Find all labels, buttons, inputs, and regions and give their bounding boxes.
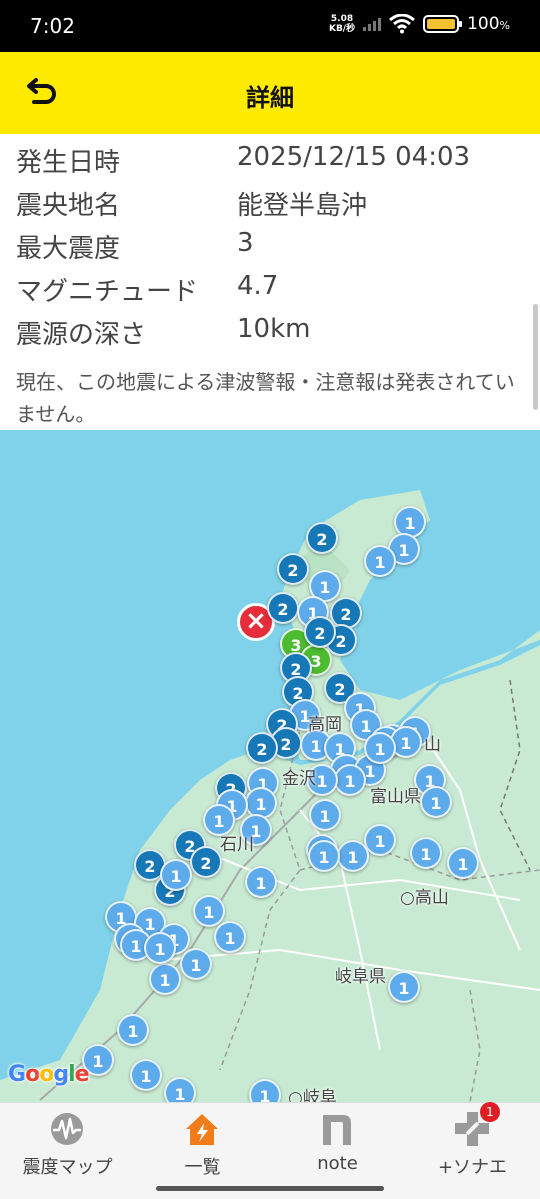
intensity-marker[interactable]: 1 — [334, 764, 366, 796]
battery-icon — [423, 15, 463, 33]
page-title: 詳細 — [246, 84, 294, 112]
map-label-gifu-city: ○岐阜 — [288, 1088, 337, 1102]
intensity-marker[interactable]: 1 — [144, 932, 176, 964]
detail-value: 10km — [237, 314, 311, 344]
nav-intensity-map[interactable]: 震度マップ — [0, 1103, 135, 1183]
intensity-marker[interactable]: 1 — [364, 545, 396, 577]
nav-label: note — [317, 1153, 358, 1174]
intensity-marker[interactable]: 1 — [193, 895, 225, 927]
note-icon — [323, 1115, 351, 1145]
intensity-marker[interactable]: 1 — [337, 840, 369, 872]
map-base — [0, 490, 540, 1102]
nav-label: 一覧 — [184, 1157, 221, 1178]
intensity-marker[interactable]: 1 — [309, 799, 341, 831]
map-label-takayama: ○高山 — [400, 888, 449, 908]
nav-plus-sonae[interactable]: +ソナエ — [405, 1103, 540, 1183]
detail-value: 3 — [237, 228, 254, 258]
map-label-kanazawa: 金沢 — [282, 769, 316, 789]
intensity-marker[interactable]: 1 — [410, 837, 442, 869]
scrollbar[interactable] — [533, 304, 538, 410]
house-alert-icon — [186, 1114, 218, 1145]
intensity-marker[interactable]: 2 — [267, 592, 299, 624]
nav-note[interactable]: note — [270, 1103, 405, 1183]
detail-value: 2025/12/15 04:03 — [237, 142, 471, 172]
intensity-marker[interactable]: 1 — [164, 1077, 196, 1102]
quake-details: 発生日時 2025/12/15 04:03 震央地名 能登半島沖 最大震度 3 … — [0, 134, 540, 430]
app-bar: 詳細 — [0, 52, 540, 134]
status-icons: 5.08 KB/秒 100% — [329, 14, 510, 34]
map-label-takaoka: 高岡 — [308, 715, 342, 735]
battery-level: 100% — [467, 14, 510, 34]
intensity-marker[interactable]: 1 — [388, 971, 420, 1003]
intensity-marker[interactable]: 1 — [447, 847, 479, 879]
intensity-marker[interactable]: 2 — [277, 553, 309, 585]
nav-list[interactable]: 一覧 — [135, 1103, 270, 1183]
net-speed-unit: KB/秒 — [328, 24, 356, 34]
detail-label: マグニチュード — [16, 277, 199, 307]
map-label-ishikawa: 石川 — [220, 835, 254, 855]
intensity-marker[interactable]: 1 — [180, 948, 212, 980]
detail-label: 発生日時 — [16, 148, 121, 178]
status-time: 7:02 — [30, 14, 75, 38]
home-indicator[interactable] — [156, 1186, 384, 1191]
intensity-marker[interactable]: 2 — [304, 616, 336, 648]
net-speed: 5.08 KB/秒 — [329, 14, 355, 34]
detail-value: 能登半島沖 — [237, 191, 368, 221]
intensity-marker[interactable]: 1 — [130, 1059, 162, 1091]
net-speed-value: 5.08 — [330, 14, 354, 24]
detail-label: 最大震度 — [16, 234, 121, 264]
notification-badge: 1 — [480, 1102, 500, 1122]
seismograph-icon — [51, 1113, 83, 1145]
detail-label: 震源の深さ — [16, 320, 147, 350]
status-bar: 7:02 5.08 KB/秒 100% — [0, 0, 540, 52]
tsunami-note: 現在、この地震による津波警報・注意報は発表されていません。 — [16, 370, 515, 426]
detail-value: 4.7 — [237, 271, 279, 301]
intensity-marker[interactable]: 1 — [420, 786, 452, 818]
intensity-marker[interactable]: 1 — [364, 732, 396, 764]
intensity-marker[interactable]: 2 — [306, 522, 338, 554]
signal-icon — [363, 17, 382, 31]
intensity-marker[interactable]: 1 — [364, 824, 396, 856]
map-label-gifu-pref: 岐阜県 — [335, 967, 386, 987]
detail-label: 震央地名 — [16, 191, 121, 221]
intensity-marker[interactable]: 1 — [308, 840, 340, 872]
intensity-marker[interactable]: 1 — [117, 1014, 149, 1046]
intensity-marker[interactable]: 2 — [246, 732, 278, 764]
map-label-imizu: 山 — [424, 735, 441, 755]
google-logo: Google — [8, 1062, 90, 1087]
map-label-toyama-pref: 富山県 — [370, 787, 421, 807]
intensity-marker[interactable]: 1 — [149, 963, 181, 995]
intensity-marker[interactable]: 1 — [214, 921, 246, 953]
intensity-marker[interactable]: 1 — [245, 866, 277, 898]
bottom-nav: 震度マップ 一覧 note +ソナエ — [0, 1102, 540, 1199]
intensity-marker[interactable]: 2 — [190, 846, 222, 878]
intensity-marker[interactable]: 1 — [160, 859, 192, 891]
nav-label: 震度マップ — [22, 1157, 113, 1178]
wifi-icon — [389, 14, 416, 34]
intensity-map[interactable]: × 11122121232322221111122211111111121111… — [0, 430, 540, 1102]
nav-label: +ソナエ — [437, 1157, 508, 1178]
